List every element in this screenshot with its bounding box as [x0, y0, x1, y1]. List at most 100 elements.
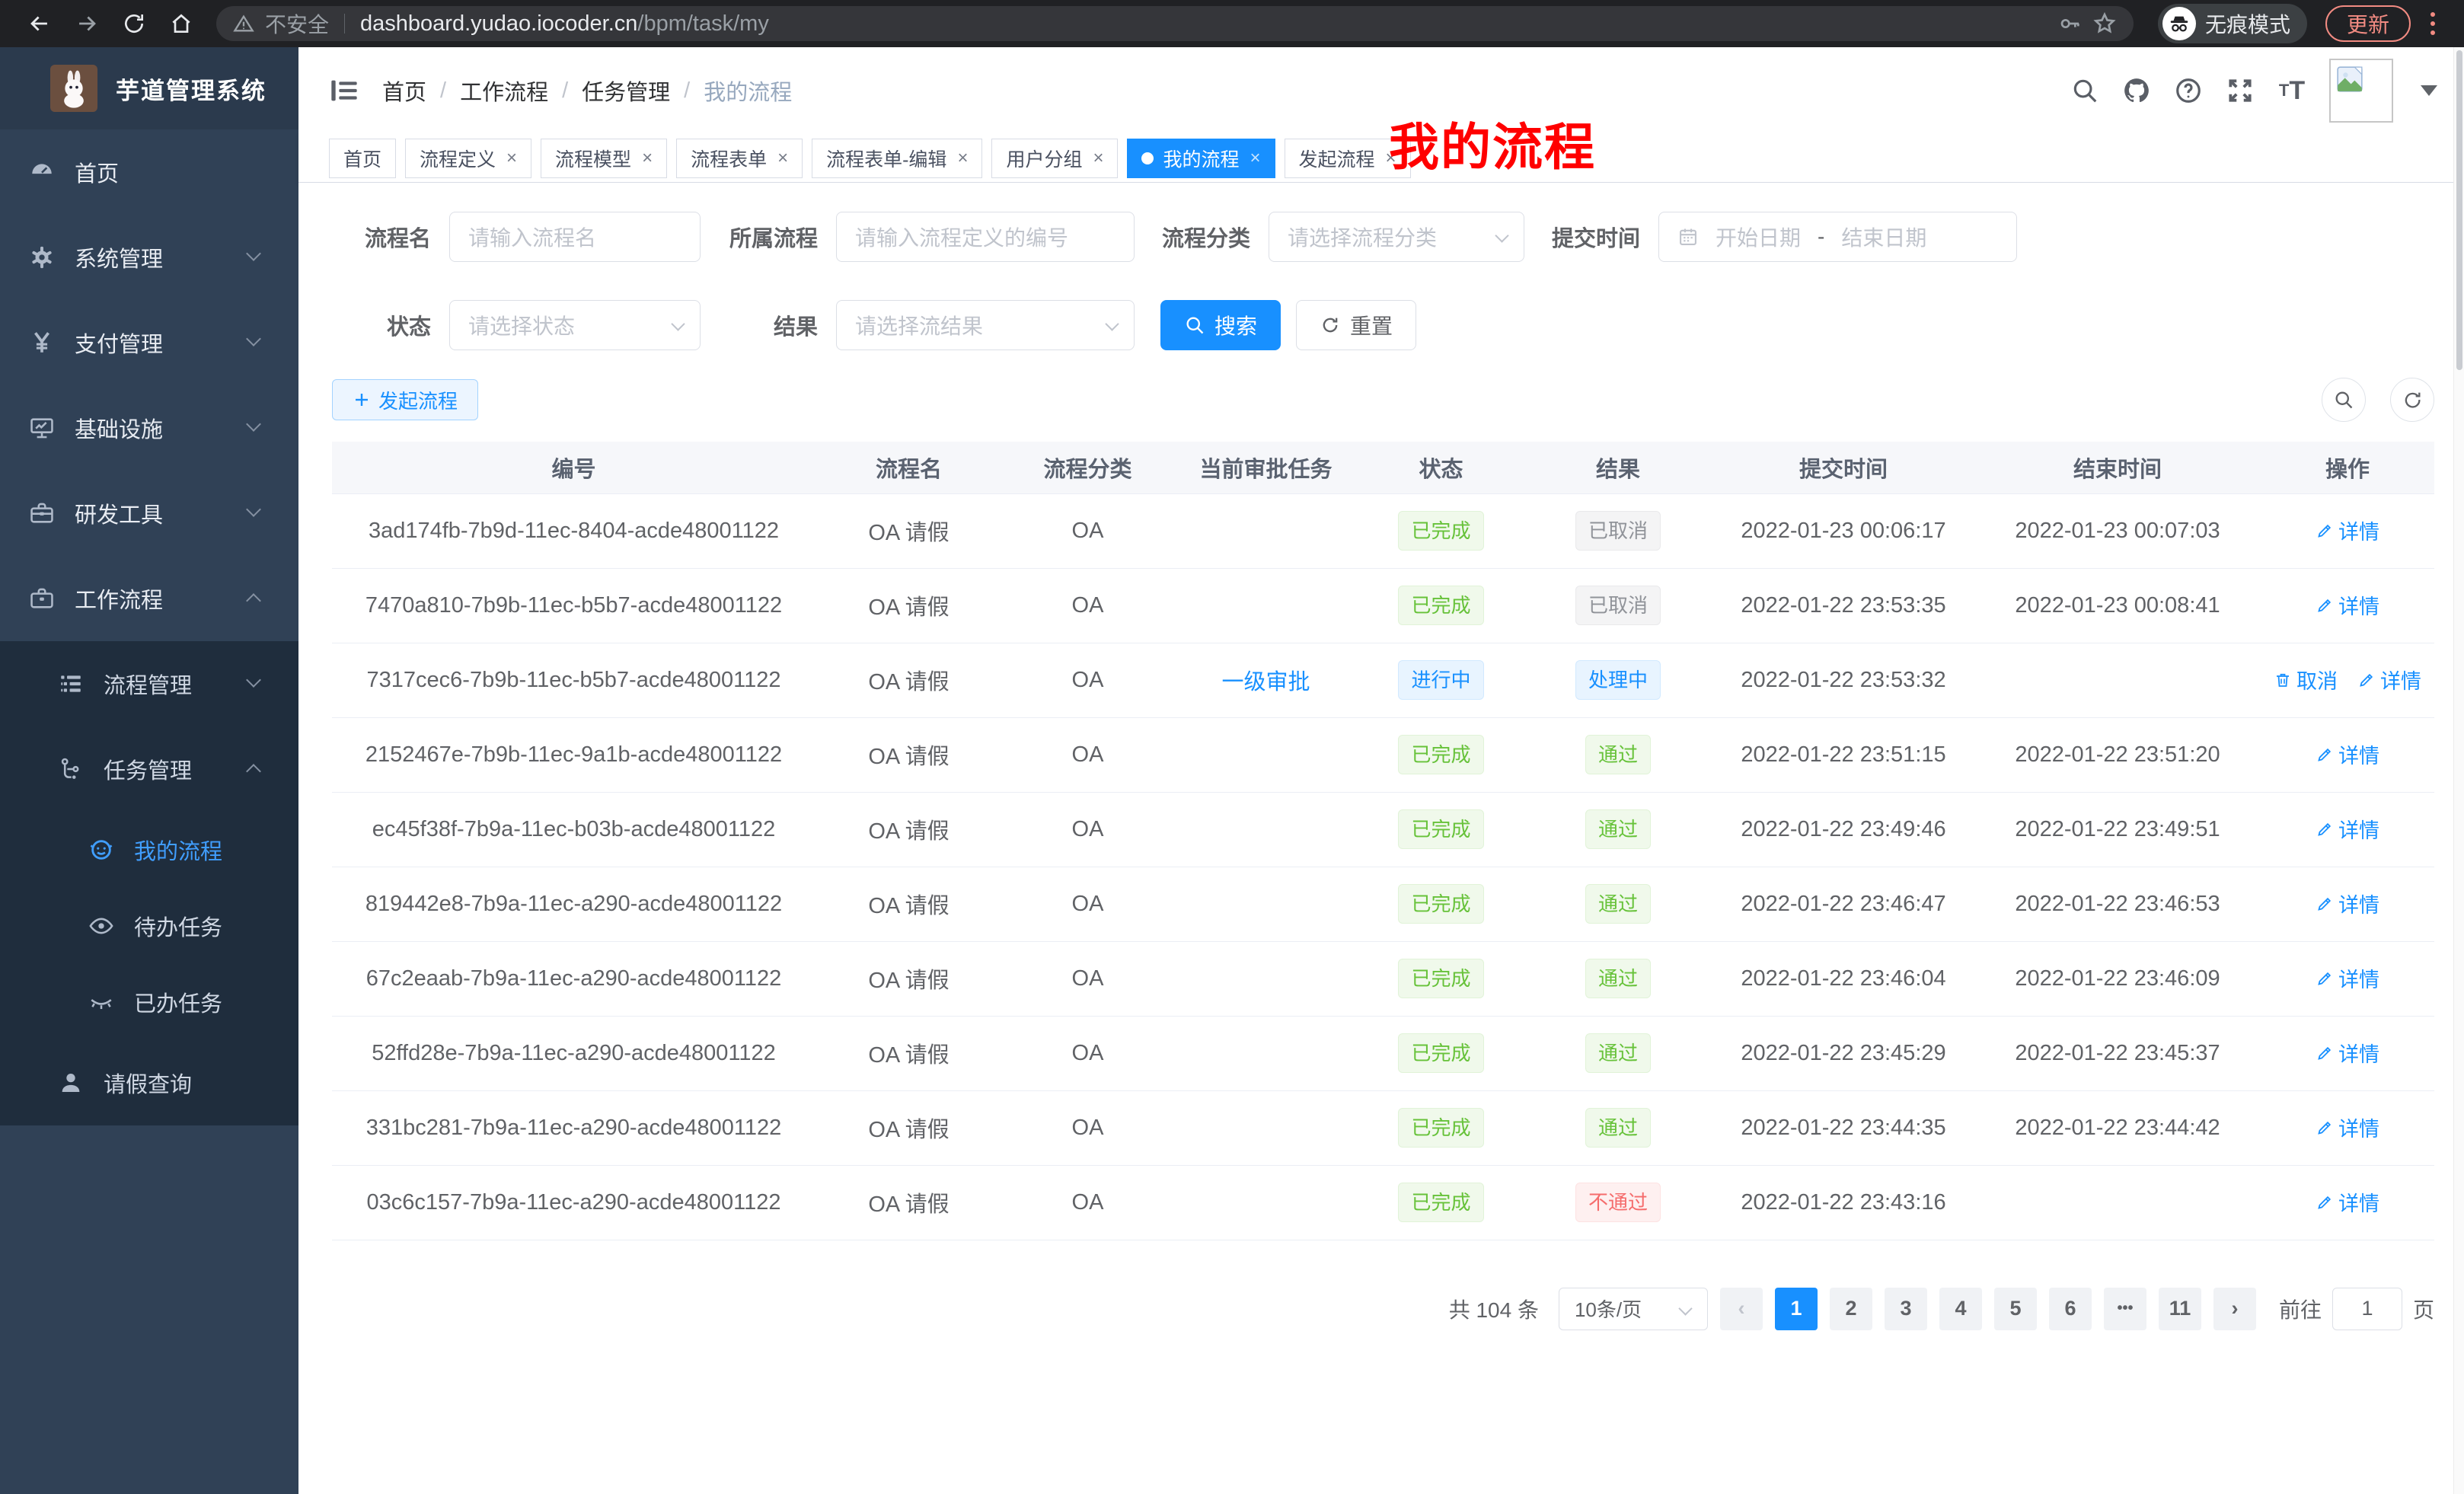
detail-action-button[interactable]: 详情 — [2316, 516, 2379, 545]
tab-process-definition[interactable]: 流程定义× — [405, 139, 531, 178]
process-definition-input[interactable]: 请输入流程定义的编号 — [836, 212, 1135, 262]
avatar[interactable] — [2329, 59, 2393, 123]
sidebar-item-workflow[interactable]: 工作流程 — [0, 556, 298, 641]
tab-close-icon[interactable]: × — [1250, 148, 1261, 169]
prev-page-button[interactable]: ‹ — [1720, 1288, 1763, 1330]
sidebar-item-infrastructure[interactable]: 基础设施 — [0, 385, 298, 471]
reset-button[interactable]: 重置 — [1296, 300, 1416, 350]
detail-action-button[interactable]: 详情 — [2316, 1187, 2379, 1217]
tab-home[interactable]: 首页 — [329, 139, 396, 178]
sidebar-item-leave-query[interactable]: 请假查询 — [0, 1040, 298, 1125]
result-cell: 通过 — [1524, 792, 1712, 867]
page-button-4[interactable]: 4 — [1939, 1288, 1982, 1330]
page-size-select[interactable]: 10条/页 — [1559, 1288, 1708, 1330]
page-button-5[interactable]: 5 — [1994, 1288, 2037, 1330]
search-button[interactable]: 搜索 — [1160, 300, 1281, 350]
goto-page-input[interactable]: 1 — [2332, 1288, 2402, 1330]
breadcrumb-item[interactable]: 任务管理 — [582, 75, 670, 107]
status-select[interactable]: 请选择状态 — [449, 300, 701, 350]
column-header: 结束时间 — [1974, 442, 2261, 493]
process-category-select[interactable]: 请选择流程分类 — [1269, 212, 1524, 262]
table-row: 819442e8-7b9a-11ec-a290-acde48001122OA 请… — [332, 867, 2434, 941]
search-icon[interactable] — [2070, 76, 2099, 105]
process-name-input[interactable]: 请输入流程名 — [449, 212, 701, 262]
page-button-11[interactable]: 11 — [2159, 1288, 2201, 1330]
sidebar-item-label: 系统管理 — [75, 241, 163, 273]
status-badge: 已完成 — [1398, 959, 1483, 998]
page-button-3[interactable]: 3 — [1885, 1288, 1927, 1330]
detail-action-button[interactable]: 详情 — [2316, 1038, 2379, 1068]
page-button-1[interactable]: 1 — [1775, 1288, 1818, 1330]
reload-icon[interactable] — [114, 4, 154, 43]
bookmark-star-icon[interactable] — [2092, 11, 2117, 36]
status-badge: 已完成 — [1398, 586, 1483, 625]
app-logo[interactable]: 芋道管理系统 — [0, 47, 298, 129]
sidebar-item-task-mgmt[interactable]: 任务管理 — [0, 726, 298, 812]
tab-process-form[interactable]: 流程表单 × — [676, 139, 803, 178]
status-cell: 进行中 — [1358, 643, 1524, 717]
github-icon[interactable] — [2122, 76, 2151, 105]
address-bar[interactable]: 不安全 dashboard.yudao.iocoder.cn/bpm/task/… — [216, 6, 2134, 41]
page-content: 流程名 请输入流程名 所属流程 请输入流程定义的编号 流程分类 请选择流程分类 … — [298, 183, 2464, 1494]
detail-action-button[interactable]: 详情 — [2316, 1113, 2379, 1142]
back-icon[interactable] — [20, 4, 59, 43]
detail-action-button[interactable]: 详情 — [2316, 590, 2379, 620]
sidebar-item-my-process[interactable]: 我的流程 — [0, 812, 298, 888]
show-search-button[interactable] — [2322, 378, 2366, 422]
next-page-button[interactable]: › — [2213, 1288, 2256, 1330]
sidebar-item-todo-task[interactable]: 待办任务 — [0, 888, 298, 964]
sidebar-item-label: 支付管理 — [75, 327, 163, 359]
breadcrumb-item[interactable]: 工作流程 — [460, 75, 548, 107]
submit-time-range-picker[interactable]: 开始日期 - 结束日期 — [1658, 212, 2017, 262]
fullscreen-icon[interactable] — [2226, 76, 2255, 105]
submit-time-cell: 2022-01-22 23:46:47 — [1712, 867, 1974, 941]
table-toolbar: 发起流程 — [332, 378, 2434, 422]
update-button[interactable]: 更新 — [2325, 5, 2411, 42]
sidebar-item-home[interactable]: 首页 — [0, 129, 298, 215]
result-select[interactable]: 请选择流结果 — [836, 300, 1135, 350]
detail-action-button[interactable]: 详情 — [2316, 889, 2379, 918]
submit-time-cell: 2022-01-22 23:46:04 — [1712, 941, 1974, 1016]
tab-close-icon[interactable]: × — [777, 148, 788, 169]
page-button-6[interactable]: 6 — [2049, 1288, 2092, 1330]
submit-time-cell: 2022-01-23 00:06:17 — [1712, 493, 1974, 568]
password-key-icon[interactable] — [2057, 11, 2082, 36]
refresh-button[interactable] — [2390, 378, 2434, 422]
sidebar-item-process-mgmt[interactable]: 流程管理 — [0, 641, 298, 726]
cancel-action-button[interactable]: 取消 — [2274, 665, 2338, 694]
help-icon[interactable] — [2174, 76, 2203, 105]
detail-action-button[interactable]: 详情 — [2316, 739, 2379, 769]
tab-close-icon[interactable]: × — [506, 148, 517, 169]
process-id-cell: 7470a810-7b9b-11ec-b5b7-acde48001122 — [332, 568, 815, 643]
detail-action-button[interactable]: 详情 — [2316, 963, 2379, 993]
hamburger-icon[interactable] — [329, 75, 359, 106]
tab-close-icon[interactable]: × — [957, 148, 968, 169]
detail-action-button[interactable]: 详情 — [2357, 665, 2421, 694]
tab-my-process[interactable]: 我的流程× — [1127, 139, 1275, 178]
avatar-dropdown-icon[interactable] — [2421, 85, 2437, 96]
start-process-button[interactable]: 发起流程 — [332, 379, 478, 420]
page-button-2[interactable]: 2 — [1830, 1288, 1872, 1330]
detail-action-button[interactable]: 详情 — [2316, 814, 2379, 844]
tab-process-form-edit[interactable]: 流程表单-编辑× — [812, 139, 982, 178]
sidebar-item-done-task[interactable]: 已办任务 — [0, 964, 298, 1040]
tab-user-group[interactable]: 用户分组× — [991, 139, 1118, 178]
browser-menu-icon[interactable] — [2421, 12, 2444, 35]
sidebar-item-payment-mgmt[interactable]: 支付管理 — [0, 300, 298, 385]
result-badge: 通过 — [1585, 1033, 1651, 1073]
scrollbar[interactable] — [2453, 47, 2464, 1494]
sidebar-item-dev-tools[interactable]: 研发工具 — [0, 471, 298, 556]
tab-label: 流程表单 — [691, 145, 767, 172]
breadcrumb-item[interactable]: 首页 — [382, 75, 426, 107]
home-icon[interactable] — [161, 4, 201, 43]
not-secure-icon[interactable] — [233, 13, 254, 34]
forward-icon[interactable] — [67, 4, 107, 43]
sidebar-item-system-mgmt[interactable]: 系统管理 — [0, 215, 298, 300]
tab-process-model[interactable]: 流程模型× — [541, 139, 667, 178]
scrollbar-thumb[interactable] — [2456, 50, 2462, 370]
tab-close-icon[interactable]: × — [642, 148, 653, 169]
current-task-link[interactable]: 一级审批 — [1221, 664, 1310, 696]
font-size-icon[interactable]: TT — [2277, 76, 2306, 105]
browser-toolbar: 不安全 dashboard.yudao.iocoder.cn/bpm/task/… — [0, 0, 2464, 47]
tab-close-icon[interactable]: × — [1093, 148, 1103, 169]
